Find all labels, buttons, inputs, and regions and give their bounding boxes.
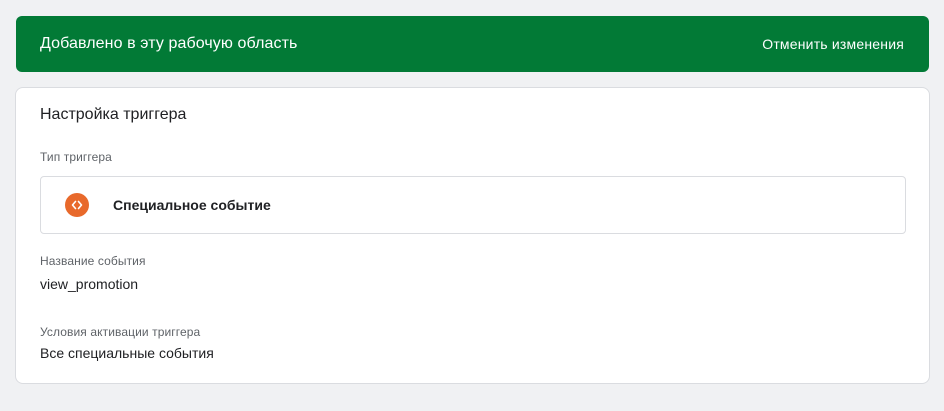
- event-name-value: view_promotion: [40, 276, 139, 292]
- trigger-type-value: Специальное событие: [113, 197, 271, 213]
- trigger-configuration-card: Настройка триггера Тип триггера Специаль…: [15, 87, 930, 384]
- activation-conditions-value: Все специальные события: [40, 345, 214, 361]
- revert-changes-button[interactable]: Отменить изменения: [762, 32, 904, 56]
- event-name-label: Название события: [40, 254, 146, 268]
- activation-conditions-label: Условия активации триггера: [40, 325, 201, 339]
- code-brackets-icon: [65, 193, 89, 217]
- trigger-type-selector[interactable]: Специальное событие: [40, 176, 906, 234]
- workspace-notification-banner: Добавлено в эту рабочую область Отменить…: [16, 16, 929, 72]
- banner-message: Добавлено в эту рабочую область: [40, 35, 298, 52]
- card-title: Настройка триггера: [40, 106, 187, 123]
- trigger-type-label: Тип триггера: [40, 150, 112, 164]
